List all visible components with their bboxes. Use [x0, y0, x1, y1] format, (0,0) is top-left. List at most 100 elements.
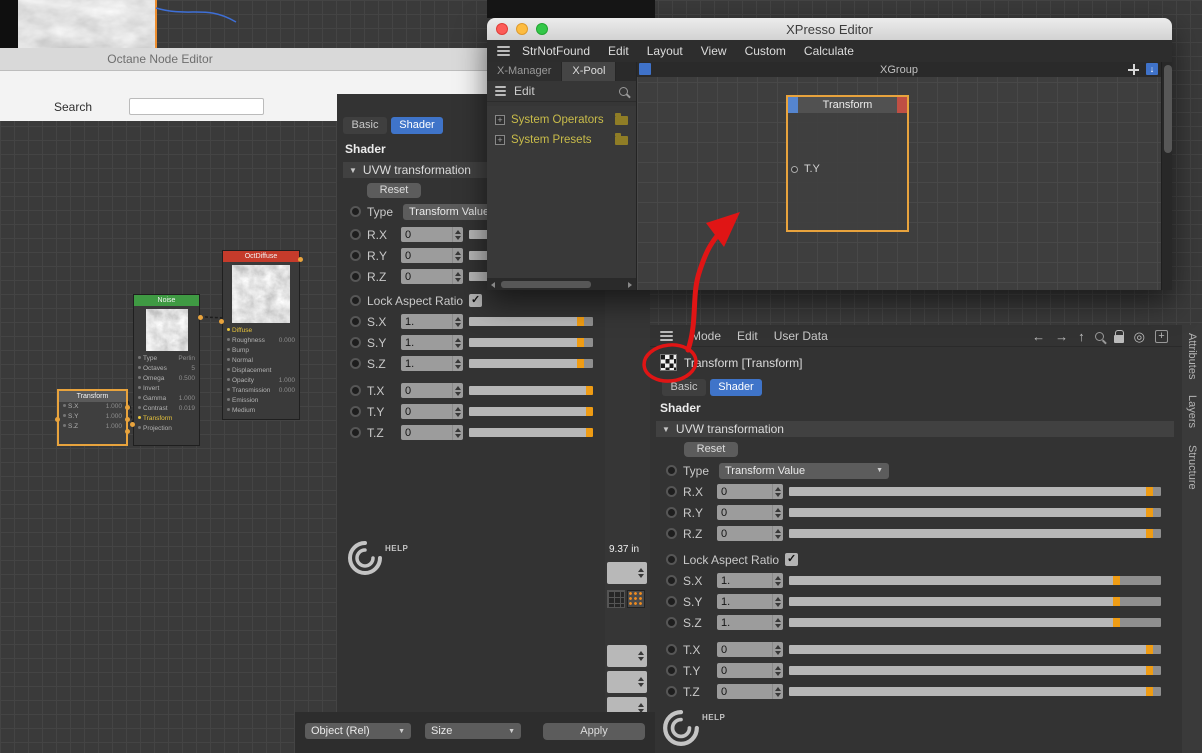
value-field[interactable]: 1.: [717, 615, 783, 630]
param-slider[interactable]: [469, 428, 593, 437]
param-slider[interactable]: [789, 529, 1161, 538]
forward-icon[interactable]: →: [1055, 330, 1068, 343]
menu-item[interactable]: Edit: [608, 44, 629, 58]
expand-icon[interactable]: +: [495, 135, 505, 145]
minimize-button[interactable]: [516, 23, 528, 35]
tab-shader[interactable]: Shader: [710, 379, 762, 396]
back-icon[interactable]: ←: [1032, 330, 1045, 343]
grid-icon[interactable]: [607, 590, 625, 608]
scroll-down-icon[interactable]: ↓: [1146, 63, 1158, 75]
scrollbar-thumb[interactable]: [1163, 65, 1172, 153]
search-input[interactable]: [129, 98, 264, 115]
tree-item[interactable]: + System Operators: [487, 110, 636, 130]
scroll-left-icon[interactable]: [491, 281, 495, 288]
param-slider[interactable]: [469, 407, 593, 416]
tab-x-manager[interactable]: X-Manager: [487, 62, 563, 81]
spinner-field[interactable]: [607, 562, 647, 584]
expand-icon[interactable]: +: [495, 115, 505, 125]
param-slider[interactable]: [469, 386, 593, 395]
input-ports-tab[interactable]: [788, 97, 798, 113]
manager-tab[interactable]: Structure: [1186, 445, 1198, 490]
reset-button[interactable]: Reset: [684, 442, 738, 457]
node-title[interactable]: OctDiffuse: [223, 251, 299, 262]
param-slider[interactable]: [789, 597, 1161, 606]
value-field[interactable]: 0: [717, 484, 783, 499]
spinner-field[interactable]: [607, 645, 647, 667]
port-dot[interactable]: [55, 417, 60, 422]
spinner[interactable]: [772, 526, 783, 541]
close-button[interactable]: [496, 23, 508, 35]
spinner[interactable]: [452, 335, 463, 350]
param-slider[interactable]: [789, 618, 1161, 627]
octane-node-octdiffuse[interactable]: OctDiffuse Diffuse Roughness 0.000 Bump Norm…: [219, 250, 303, 420]
param-slider[interactable]: [469, 359, 593, 368]
vertical-scrollbar[interactable]: [1161, 62, 1172, 290]
value-field[interactable]: 0: [717, 684, 783, 699]
port-dot[interactable]: [130, 422, 135, 427]
spinner[interactable]: [452, 425, 463, 440]
node-title[interactable]: Transform: [59, 391, 126, 402]
search-icon[interactable]: [619, 86, 628, 96]
transform-node-icon[interactable]: [660, 354, 677, 371]
reset-button[interactable]: Reset: [367, 183, 421, 198]
move-icon[interactable]: [1128, 64, 1139, 75]
tab-basic[interactable]: Basic: [343, 117, 387, 134]
tab-shader[interactable]: Shader: [391, 117, 443, 134]
menu-item[interactable]: Layout: [647, 44, 683, 58]
param-slider[interactable]: [789, 576, 1161, 585]
zoom-button[interactable]: [536, 23, 548, 35]
help-logo[interactable]: HELP: [662, 709, 725, 747]
manager-tab[interactable]: Attributes: [1186, 333, 1198, 379]
section-uvw-transformation[interactable]: ▼ UVW transformation: [656, 421, 1174, 437]
octane-editor-titlebar[interactable]: Octane Node Editor: [0, 48, 487, 71]
value-field[interactable]: 1.: [401, 356, 463, 371]
param-slider[interactable]: [789, 666, 1161, 675]
param-slider[interactable]: [789, 487, 1161, 496]
spinner[interactable]: [772, 684, 783, 699]
param-slider[interactable]: [789, 508, 1161, 517]
xgroup-titlebar[interactable]: XGroup ↓: [637, 62, 1161, 77]
xpresso-node-header[interactable]: Transform: [788, 97, 907, 113]
menu-item[interactable]: Edit: [737, 329, 758, 343]
port-dot[interactable]: [125, 405, 130, 410]
octane-node-noise[interactable]: Noise Type Perlin Octaves 5 Omega 0.500 Invert…: [130, 294, 203, 446]
spinner[interactable]: [452, 383, 463, 398]
xpresso-canvas[interactable]: XGroup ↓ Transform T.Y: [637, 62, 1161, 290]
value-field[interactable]: 1.: [401, 314, 463, 329]
spinner[interactable]: [772, 663, 783, 678]
menu-item[interactable]: Mode: [691, 329, 721, 343]
menu-item[interactable]: Calculate: [804, 44, 854, 58]
port-dot[interactable]: [219, 319, 224, 324]
menu-icon[interactable]: [660, 330, 673, 341]
texture-icon[interactable]: [627, 590, 645, 608]
search-icon[interactable]: [1094, 332, 1104, 341]
spinner[interactable]: [772, 594, 783, 609]
spinner[interactable]: [452, 269, 463, 284]
tab-basic[interactable]: Basic: [662, 379, 706, 396]
tree-item[interactable]: + System Presets: [487, 130, 636, 150]
param-slider[interactable]: [789, 687, 1161, 696]
xpresso-titlebar[interactable]: XPresso Editor: [487, 18, 1172, 40]
node-port-ty[interactable]: T.Y: [791, 163, 820, 175]
value-field[interactable]: 1.: [717, 573, 783, 588]
value-field[interactable]: 0: [401, 383, 463, 398]
menu-item[interactable]: Custom: [745, 44, 786, 58]
tab-x-pool[interactable]: X-Pool: [562, 62, 617, 81]
spinner[interactable]: [772, 615, 783, 630]
value-field[interactable]: 1.: [401, 335, 463, 350]
value-field[interactable]: 0: [401, 269, 463, 284]
xpresso-node-transform[interactable]: Transform T.Y: [786, 95, 909, 232]
value-field[interactable]: 0: [717, 663, 783, 678]
up-icon[interactable]: ↑: [1078, 330, 1085, 343]
value-field[interactable]: 0: [401, 227, 463, 242]
menu-item[interactable]: View: [701, 44, 727, 58]
help-logo[interactable]: HELP: [347, 540, 408, 576]
spinner[interactable]: [772, 573, 783, 588]
lock-icon[interactable]: [1113, 329, 1125, 343]
param-slider[interactable]: [469, 338, 593, 347]
output-ports-tab[interactable]: [897, 97, 907, 113]
scroll-corner-icon[interactable]: [639, 63, 651, 75]
type-dropdown[interactable]: Transform Value▼: [719, 462, 889, 479]
target-icon[interactable]: ◎: [1134, 330, 1145, 343]
port-dot[interactable]: [198, 315, 203, 320]
